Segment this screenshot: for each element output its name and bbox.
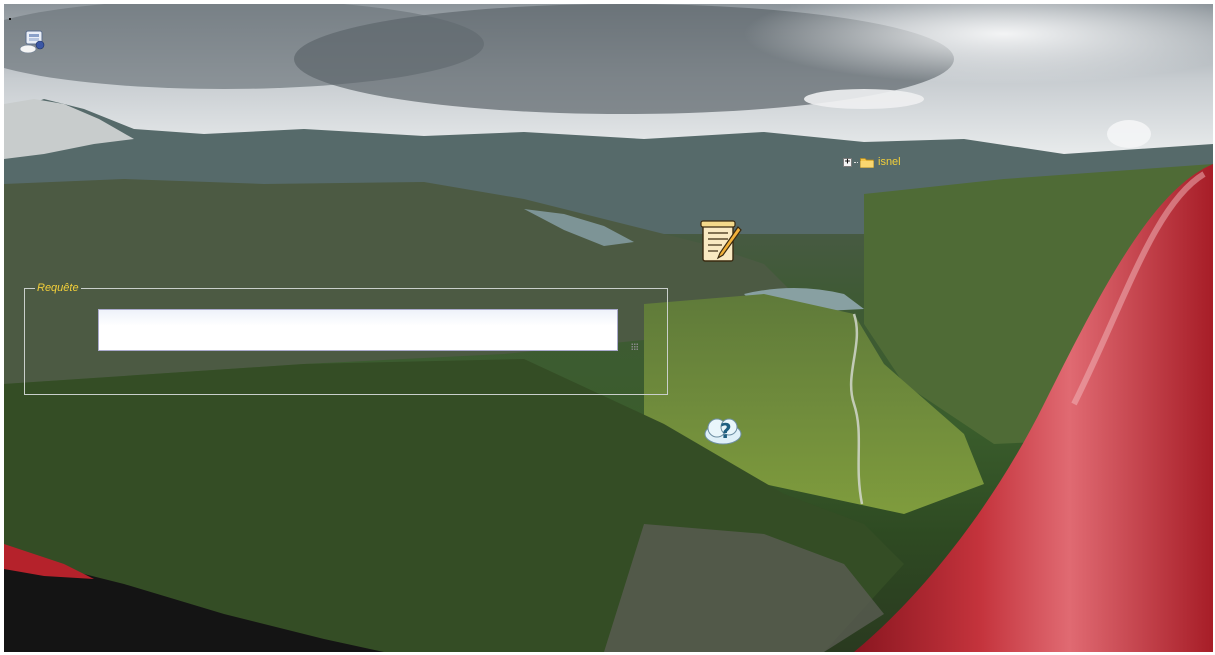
requete-legend: Requête [37,282,79,294]
folder-icon [860,153,874,172]
notepad-pen-icon[interactable] [700,219,742,265]
tree-connector [854,161,858,163]
resize-grip-icon[interactable] [631,343,638,350]
weather-map-icon[interactable] [18,27,48,57]
dot-marker [9,18,11,20]
tree-node-label[interactable]: isnel [878,156,901,168]
requete-input[interactable] [98,309,618,351]
requete-fieldset: Requête [24,282,668,395]
svg-text:?: ? [720,419,732,443]
help-cloud-icon[interactable]: ? [703,412,743,446]
tree-node-isnel[interactable]: + isnel [843,155,901,169]
expand-plus-icon[interactable]: + [843,157,852,167]
